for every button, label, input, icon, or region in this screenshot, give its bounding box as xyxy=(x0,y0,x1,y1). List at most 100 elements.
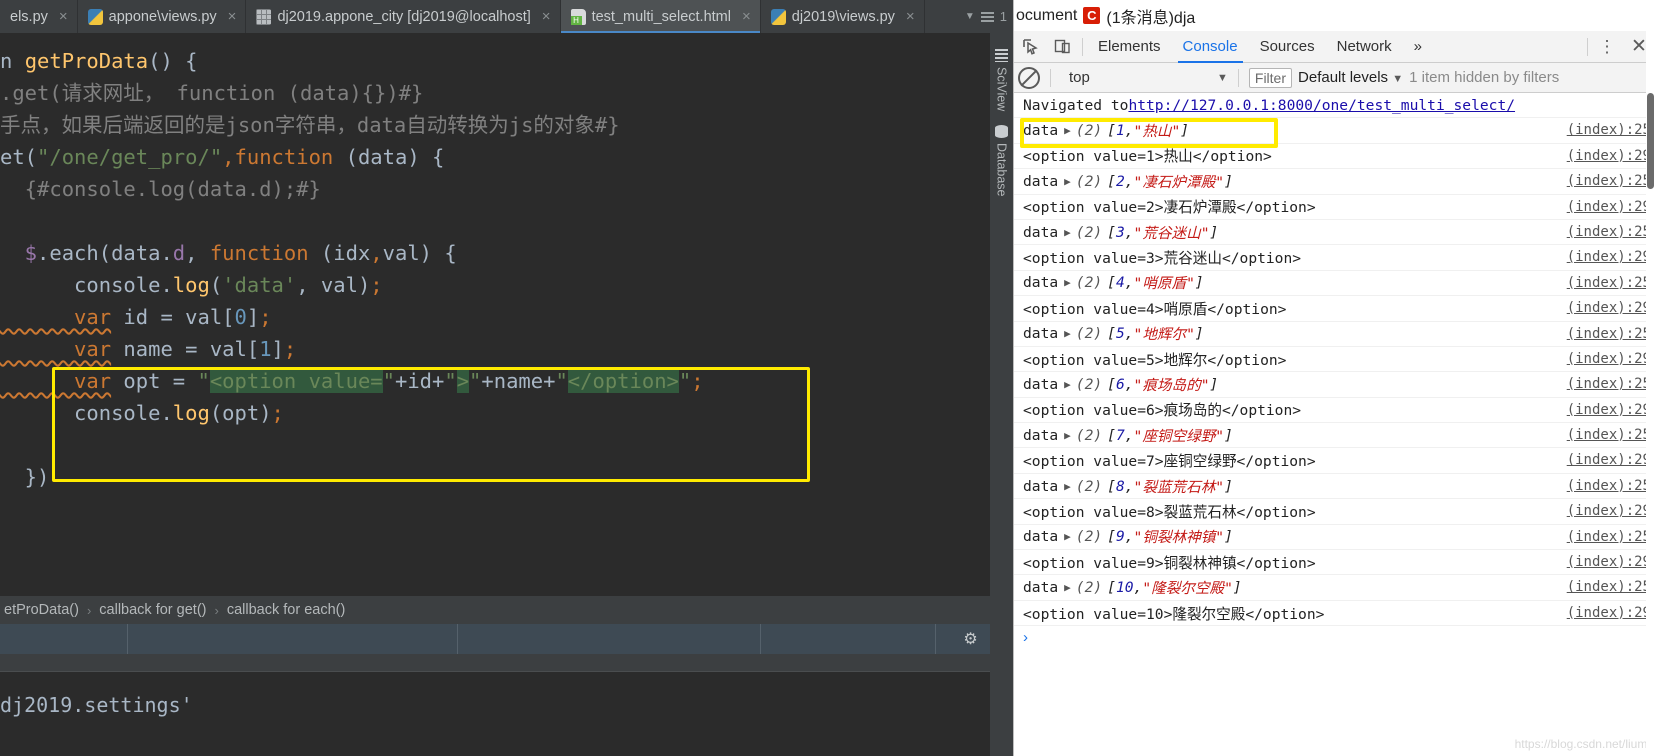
gear-icon[interactable]: ⚙ xyxy=(963,629,977,649)
editor-tab-0[interactable]: els.py × xyxy=(0,0,78,33)
log-source-link[interactable]: (index):25 xyxy=(1567,173,1651,189)
editor-tab-4[interactable]: dj2019\views.py × xyxy=(761,0,925,33)
console-row-data[interactable]: data ▶ (2)[6, "痕场岛的"] (index):25 xyxy=(1014,372,1655,398)
breadcrumb-item-0[interactable]: etProData() xyxy=(0,602,83,618)
console-row-option[interactable]: <option value=8>裂蓝荒石林</option> (index):29 xyxy=(1014,499,1655,525)
code-editor[interactable]: n getProData() {.get(请求网址， function (dat… xyxy=(0,33,990,598)
log-source-link[interactable]: (index):29 xyxy=(1567,605,1651,621)
console-row-data[interactable]: data ▶ (2)[5, "地辉尔"] (index):25 xyxy=(1014,322,1655,347)
console-row-option[interactable]: <option value=7>座铜空绿野</option> (index):29 xyxy=(1014,448,1655,474)
close-icon[interactable]: × xyxy=(228,8,237,25)
console-prompt-icon[interactable]: › xyxy=(1023,629,1028,646)
expand-arrow-icon[interactable]: ▶ xyxy=(1064,530,1071,543)
console-row-option[interactable]: <option value=1>热山</option> (index):29 xyxy=(1014,144,1655,170)
console-row-data[interactable]: data ▶ (2)[7, "座铜空绿野"] (index):25 xyxy=(1014,423,1655,449)
tab-sources[interactable]: Sources xyxy=(1249,31,1326,63)
lower-cell[interactable] xyxy=(128,624,458,654)
hidden-items-notice[interactable]: 1 item hidden by filters xyxy=(1409,69,1559,86)
log-source-link[interactable]: (index):25 xyxy=(1567,224,1651,240)
clear-console-icon[interactable] xyxy=(1018,66,1040,89)
expand-arrow-icon[interactable]: ▶ xyxy=(1064,480,1071,493)
console-row-data[interactable]: data ▶ (2)[4, "哨原盾"] (index):25 xyxy=(1014,271,1655,297)
expand-arrow-icon[interactable]: ▶ xyxy=(1064,276,1071,289)
log-source-link[interactable]: (index):29 xyxy=(1567,503,1651,519)
tab-console[interactable]: Console xyxy=(1172,31,1249,63)
breadcrumb[interactable]: etProData() › callback for get() › callback … xyxy=(0,596,1013,624)
console-row-data[interactable]: data ▶ (2)[9, "铜裂林神镇"] (index):25 xyxy=(1014,525,1655,551)
code-token: n xyxy=(0,49,25,73)
console-row-option[interactable]: <option value=6>痕场岛的</option> (index):29 xyxy=(1014,398,1655,424)
device-toolbar-icon[interactable] xyxy=(1046,31,1078,63)
console-scrollbar-thumb[interactable] xyxy=(1647,93,1654,189)
navigated-url[interactable]: http://127.0.0.1:8000/one/test_multi_sel… xyxy=(1128,97,1515,114)
editor-tab-1[interactable]: appone\views.py × xyxy=(78,0,247,33)
close-icon[interactable]: × xyxy=(542,8,551,25)
log-source-link[interactable]: (index):25 xyxy=(1567,122,1651,138)
console-log-list[interactable]: Navigated to http://127.0.0.1:8000/one/t… xyxy=(1014,93,1655,756)
breadcrumb-item-2[interactable]: callback for each() xyxy=(223,602,349,618)
execution-context-select[interactable]: top xyxy=(1061,69,1211,86)
console-row-data[interactable]: data ▶ (2)[8, "裂蓝荒石林"] (index):25 xyxy=(1014,474,1655,500)
console-row-option[interactable]: <option value=2>凄石炉潭殿</option> (index):29 xyxy=(1014,195,1655,220)
tab-elements[interactable]: Elements xyxy=(1087,31,1172,63)
console-row-data[interactable]: data ▶ (2)[2, "凄石炉潭殿"] (index):25 xyxy=(1014,169,1655,195)
console-row-option[interactable]: <option value=5>地辉尔</option> (index):29 xyxy=(1014,347,1655,373)
log-source-link[interactable]: (index):25 xyxy=(1567,529,1651,545)
console-scrollbar[interactable] xyxy=(1646,93,1655,756)
log-source-link[interactable]: (index):25 xyxy=(1567,326,1651,342)
expand-arrow-icon[interactable]: ▶ xyxy=(1064,327,1071,340)
log-source-link[interactable]: (index):25 xyxy=(1567,478,1651,494)
lower-cell[interactable] xyxy=(458,624,761,654)
tabbar-overflow[interactable]: ▼ 1 xyxy=(959,0,1013,33)
chevron-down-icon[interactable]: ▼ xyxy=(1217,72,1228,84)
inspect-cursor-icon[interactable] xyxy=(1014,31,1046,63)
kebab-menu-icon[interactable]: ⋮ xyxy=(1592,37,1622,57)
sidebar-item-sciview[interactable]: SciView xyxy=(990,45,1013,111)
expand-arrow-icon[interactable]: ▶ xyxy=(1064,378,1071,391)
log-source-link[interactable]: (index):29 xyxy=(1567,300,1651,316)
console-row-data[interactable]: data ▶ (2)[10, "隆裂尔空殿"] (index):25 xyxy=(1014,575,1655,601)
expand-arrow-icon[interactable]: ▶ xyxy=(1064,124,1071,137)
code-token: ] xyxy=(246,305,260,329)
breadcrumb-item-1[interactable]: callback for get() xyxy=(95,602,210,618)
log-source-link[interactable]: (index):29 xyxy=(1567,249,1651,265)
log-source-link[interactable]: (index):29 xyxy=(1567,148,1651,164)
console-row-option[interactable]: <option value=4>哨原盾</option> (index):29 xyxy=(1014,296,1655,322)
lower-cell[interactable] xyxy=(0,624,128,654)
log-source-link[interactable]: (index):29 xyxy=(1567,402,1651,418)
hamburger-icon[interactable] xyxy=(980,11,994,22)
log-level-select[interactable]: Default levels ▼ xyxy=(1298,69,1403,86)
expand-arrow-icon[interactable]: ▶ xyxy=(1064,226,1071,239)
close-icon[interactable]: × xyxy=(59,8,68,25)
console-row-option[interactable]: <option value=3>荒谷迷山</option> (index):29 xyxy=(1014,245,1655,271)
lower-tool-row[interactable]: ⚙ − xyxy=(0,624,1013,654)
sidebar-item-database[interactable]: Database xyxy=(990,121,1013,197)
log-source-link[interactable]: (index):29 xyxy=(1567,554,1651,570)
console-row-data[interactable]: data ▶ (2)[3, "荒谷迷山"] (index):25 xyxy=(1014,220,1655,246)
log-source-link[interactable]: (index):25 xyxy=(1567,275,1651,291)
log-source-link[interactable]: (index):25 xyxy=(1567,579,1651,595)
console-row-option[interactable]: <option value=9>铜裂林神镇</option> (index):29 xyxy=(1014,550,1655,576)
editor-tab-2[interactable]: dj2019.appone_city [dj2019@localhost] × xyxy=(246,0,561,33)
lower-cell[interactable] xyxy=(761,624,936,654)
expand-arrow-icon[interactable]: ▶ xyxy=(1064,429,1071,442)
close-icon[interactable]: × xyxy=(906,8,915,25)
log-source-link[interactable]: (index):29 xyxy=(1567,452,1651,468)
expand-arrow-icon[interactable]: ▶ xyxy=(1064,581,1071,594)
tab-network[interactable]: Network xyxy=(1326,31,1403,63)
editor-tab-label: dj2019.appone_city [dj2019@localhost] xyxy=(277,8,531,25)
close-icon[interactable]: × xyxy=(742,8,751,25)
console-row-data[interactable]: data ▶ (2)[1, "热山"] (index):25 xyxy=(1014,118,1655,144)
console-row-option[interactable]: <option value=10>隆裂尔空殿</option> (index):2… xyxy=(1014,601,1655,627)
filter-input[interactable]: Filter xyxy=(1248,67,1293,88)
chevron-down-icon[interactable]: ▼ xyxy=(965,11,975,22)
expand-arrow-icon[interactable]: ▶ xyxy=(1064,175,1071,188)
code-token: , xyxy=(370,241,383,265)
more-tabs-button[interactable]: » xyxy=(1403,31,1433,63)
editor-tab-3[interactable]: test_multi_select.html × xyxy=(560,0,761,33)
array-name-value: "哨原盾" xyxy=(1133,275,1195,293)
log-source-link[interactable]: (index):29 xyxy=(1567,351,1651,367)
log-source-link[interactable]: (index):29 xyxy=(1567,199,1651,215)
log-source-link[interactable]: (index):25 xyxy=(1567,376,1651,392)
log-source-link[interactable]: (index):25 xyxy=(1567,427,1651,443)
